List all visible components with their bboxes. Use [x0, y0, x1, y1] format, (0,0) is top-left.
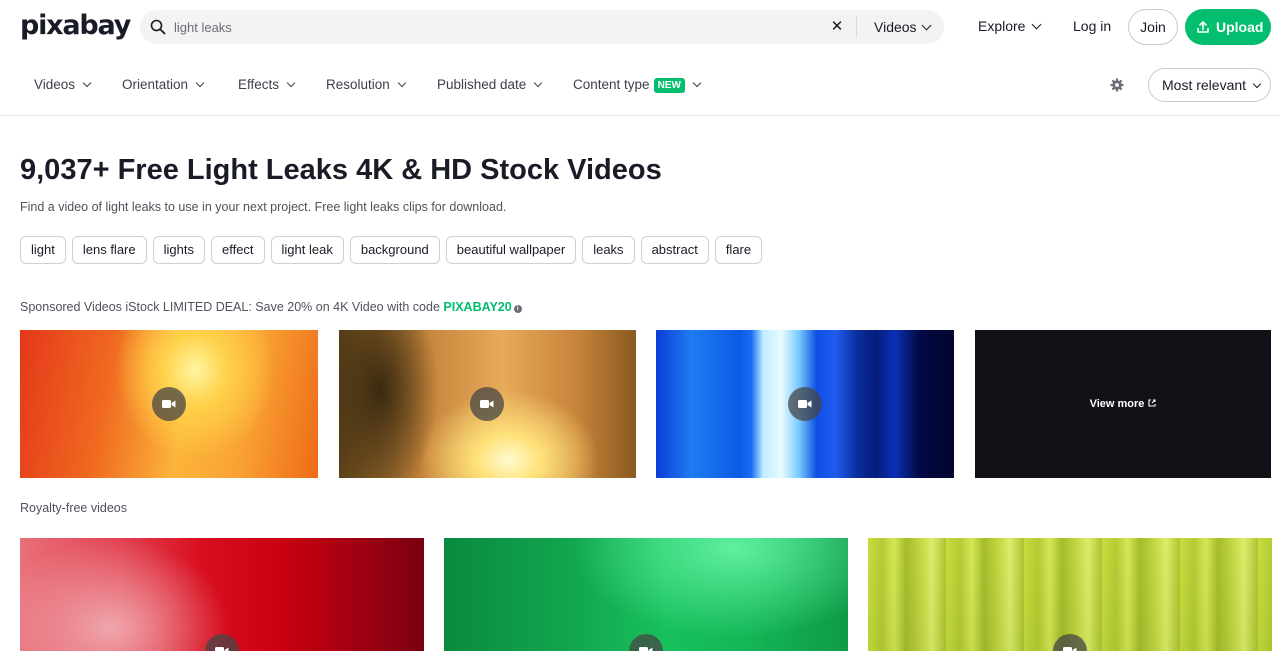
video-camera-icon	[788, 387, 822, 421]
chevron-down-icon	[1032, 19, 1042, 30]
sponsored-banner: Sponsored Videos iStock LIMITED DEAL: Sa…	[20, 300, 522, 314]
tag-chip[interactable]: background	[349, 236, 440, 264]
search-divider	[856, 16, 857, 38]
close-icon[interactable]: ✕	[828, 18, 846, 36]
gear-icon[interactable]	[1110, 78, 1124, 92]
filter-content-type[interactable]: Content type NEW	[573, 77, 702, 94]
filter-label: Content type	[573, 77, 650, 92]
tag-chip[interactable]: leaks	[582, 236, 635, 264]
login-link[interactable]: Log in	[1073, 18, 1111, 34]
filter-label: Resolution	[326, 77, 390, 92]
explore-menu[interactable]: Explore	[978, 18, 1042, 34]
tag-chip[interactable]: light leak	[270, 236, 344, 264]
video-camera-icon	[152, 387, 186, 421]
info-icon[interactable]: i	[513, 305, 522, 313]
explore-label: Explore	[978, 18, 1026, 34]
filter-label: Published date	[437, 77, 527, 92]
view-more-tile[interactable]: View more	[975, 330, 1271, 478]
page-title: 9,037+ Free Light Leaks 4K & HD Stock Vi…	[20, 154, 662, 186]
top-header: pixabay ✕ Videos Explore Log in Join Upl…	[0, 0, 1280, 54]
promo-code: PIXABAY20	[443, 300, 512, 314]
video-camera-icon	[629, 634, 663, 651]
view-more-link[interactable]: View more	[975, 330, 1271, 478]
chevron-down-icon	[195, 78, 205, 88]
filter-label: Orientation	[122, 77, 189, 92]
sponsored-video-thumbnail[interactable]	[656, 330, 954, 478]
sponsored-text: Sponsored Videos iStock LIMITED DEAL: Sa…	[20, 300, 444, 314]
external-link-icon	[1148, 399, 1156, 407]
sort-dropdown[interactable]: Most relevant	[1148, 68, 1271, 102]
video-camera-icon	[1053, 634, 1087, 651]
view-more-label: View more	[1089, 398, 1145, 410]
chevron-down-icon	[397, 78, 407, 88]
tag-chip[interactable]: beautiful wallpaper	[445, 236, 577, 264]
page-subtitle: Find a video of light leaks to use in yo…	[20, 200, 507, 214]
tag-chip[interactable]: effect	[210, 236, 265, 264]
chevron-down-icon	[534, 78, 543, 88]
related-tags: light lens flare lights effect light lea…	[20, 236, 763, 264]
filter-resolution[interactable]: Resolution	[326, 77, 407, 92]
filter-videos[interactable]: Videos	[34, 77, 92, 92]
search-bar: ✕ Videos	[140, 10, 944, 44]
video-thumbnail[interactable]	[868, 538, 1272, 651]
filter-label: Videos	[34, 77, 76, 92]
upload-button[interactable]: Upload	[1185, 9, 1271, 45]
search-input[interactable]	[174, 10, 814, 44]
tag-chip[interactable]: light	[20, 236, 66, 264]
tag-chip[interactable]: flare	[714, 236, 763, 264]
video-thumbnail[interactable]	[20, 538, 424, 651]
filter-effects[interactable]: Effects	[238, 77, 296, 92]
upload-label: Upload	[1216, 19, 1264, 35]
filter-orientation[interactable]: Orientation	[122, 77, 205, 92]
filter-published-date[interactable]: Published date	[437, 77, 543, 92]
search-scope-dropdown[interactable]: Videos	[874, 10, 932, 44]
upload-icon	[1197, 21, 1209, 33]
sponsored-video-thumbnail[interactable]	[20, 330, 318, 478]
filter-bar: Videos Orientation Effects Resolution Pu…	[0, 60, 1280, 116]
new-badge: NEW	[653, 78, 685, 93]
chevron-down-icon	[692, 78, 702, 88]
sponsored-video-thumbnail[interactable]	[339, 330, 636, 478]
royalty-free-heading: Royalty-free videos	[20, 501, 127, 515]
join-button[interactable]: Join	[1128, 9, 1178, 45]
video-thumbnail[interactable]	[444, 538, 848, 651]
tag-chip[interactable]: lights	[152, 236, 205, 264]
pixabay-logo[interactable]: pixabay	[20, 10, 131, 41]
chevron-down-icon	[286, 78, 296, 88]
chevron-down-icon	[82, 78, 92, 88]
sort-label: Most relevant	[1162, 77, 1247, 93]
chevron-down-icon	[921, 20, 932, 31]
search-icon	[150, 19, 166, 35]
chevron-down-icon	[1252, 79, 1262, 89]
tag-chip[interactable]: lens flare	[71, 236, 147, 264]
search-scope-label: Videos	[874, 19, 917, 35]
video-camera-icon	[470, 387, 504, 421]
video-camera-icon	[205, 634, 239, 651]
filter-label: Effects	[238, 77, 280, 92]
tag-chip[interactable]: abstract	[640, 236, 709, 264]
